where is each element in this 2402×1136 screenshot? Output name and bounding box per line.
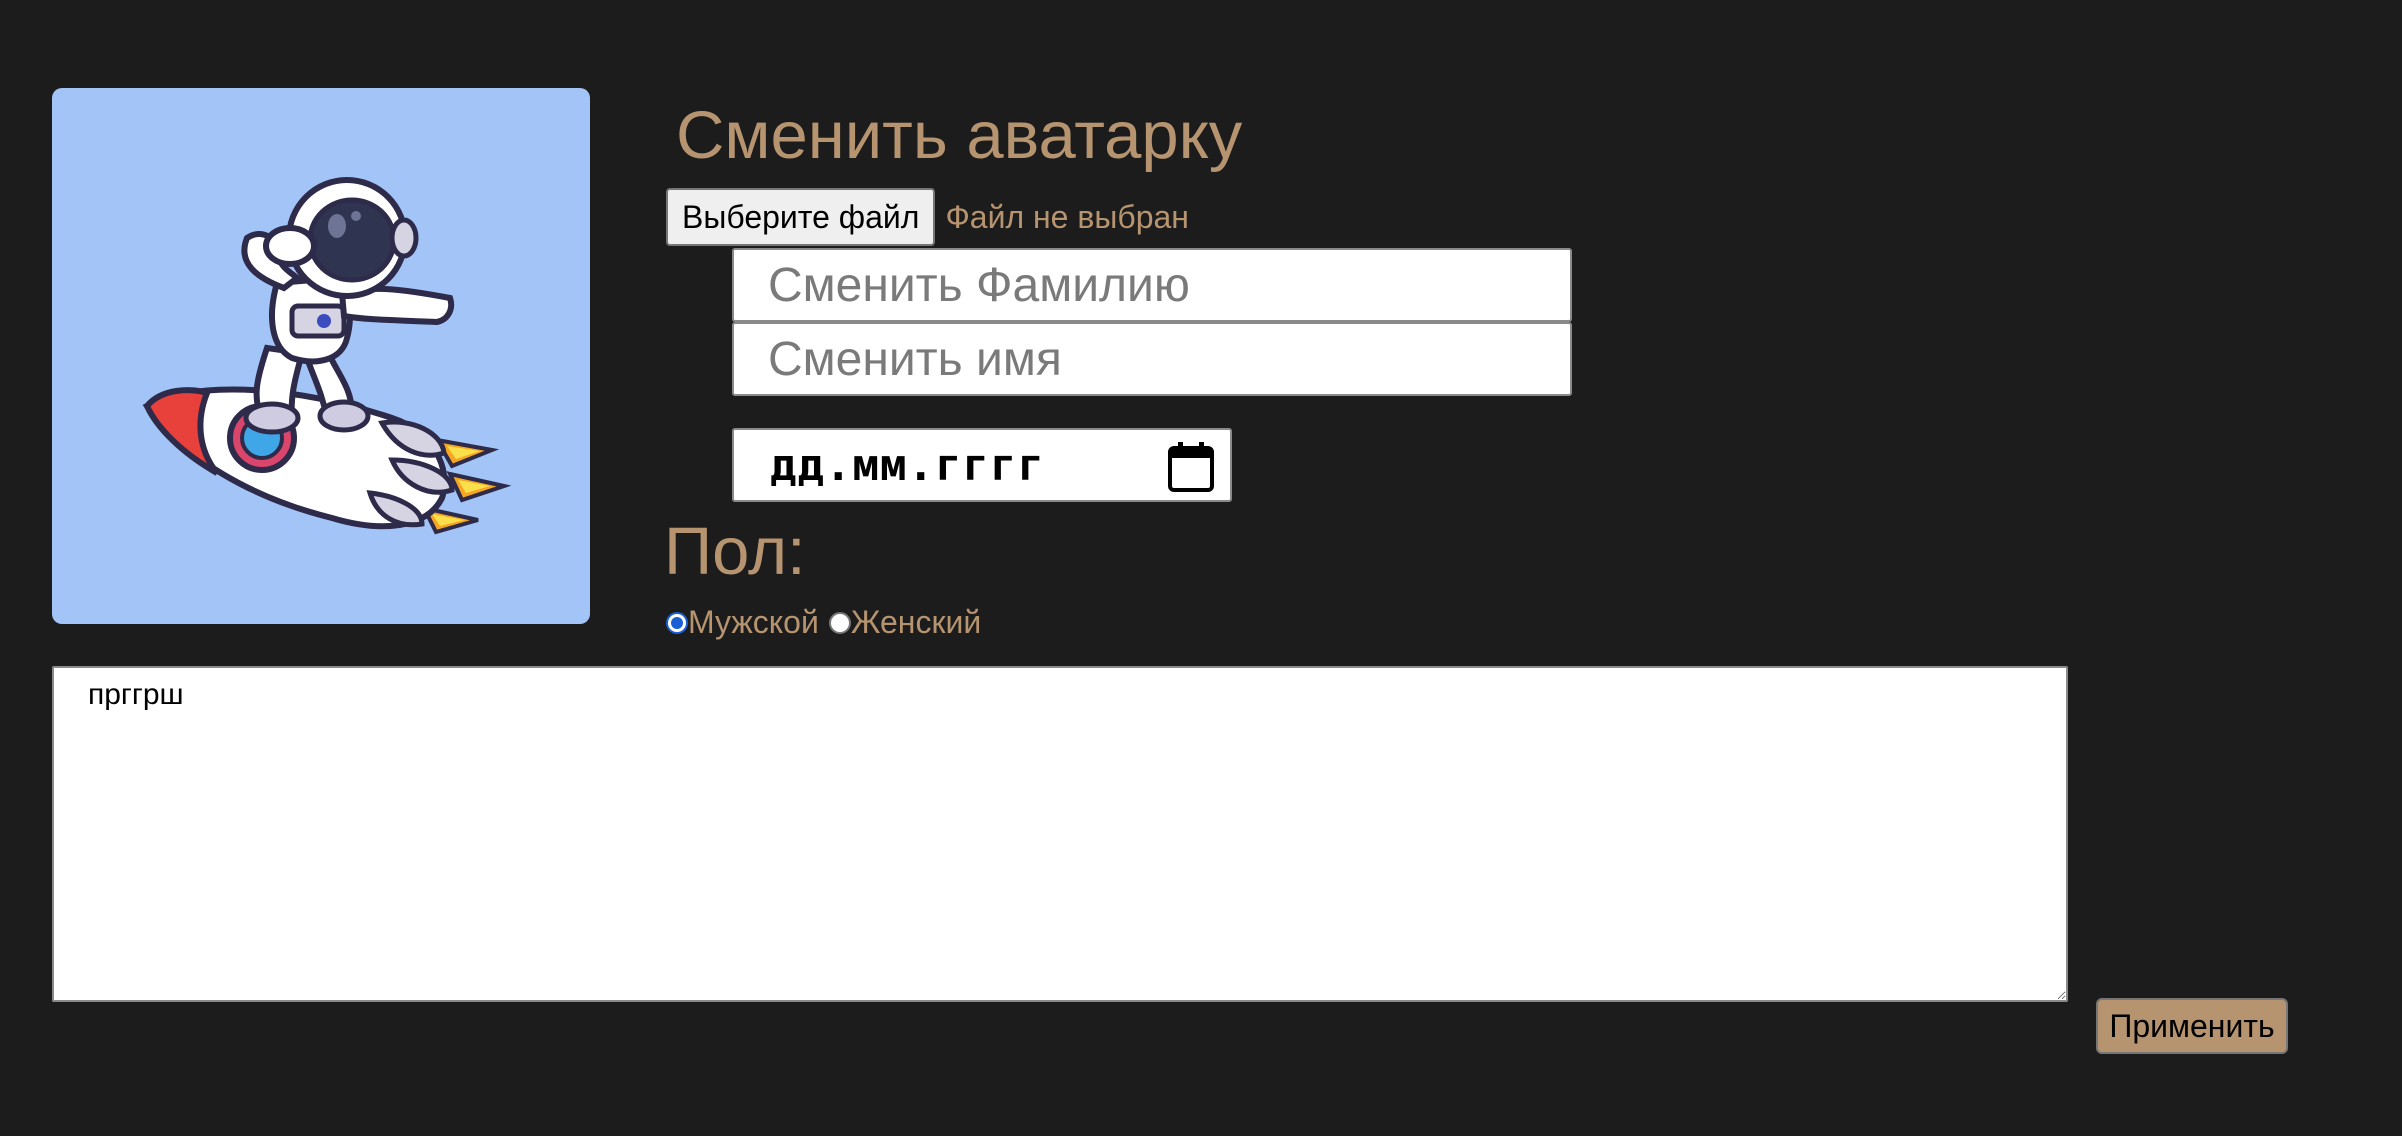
female-label[interactable]: Женский xyxy=(851,604,981,641)
birthdate-input[interactable]: дд.мм.гггг xyxy=(732,428,1232,502)
file-status-text: Файл не выбран xyxy=(945,198,1189,235)
astronaut-rocket-illustration xyxy=(142,177,512,535)
change-avatar-title: Сменить аватарку xyxy=(676,98,1243,173)
lastname-input[interactable] xyxy=(732,248,1572,322)
calendar-icon[interactable] xyxy=(1166,440,1216,494)
avatar-image xyxy=(52,88,590,624)
gender-radio-group: Мужской Женский xyxy=(666,604,991,641)
bio-textarea[interactable]: прггрш xyxy=(52,666,2068,1002)
astronaut xyxy=(241,177,455,435)
rocket xyxy=(142,386,455,530)
male-label[interactable]: Мужской xyxy=(688,604,819,641)
profile-settings-page: Сменить аватарку Выберите файл Файл не в… xyxy=(0,0,2402,1136)
choose-file-button[interactable]: Выберите файл xyxy=(666,188,936,246)
firstname-input[interactable] xyxy=(732,322,1572,396)
gender-label: Пол: xyxy=(664,514,806,589)
male-radio[interactable] xyxy=(666,611,688,634)
date-placeholder: дд.мм.гггг xyxy=(770,439,1045,491)
file-upload: Выберите файл Файл не выбран xyxy=(666,188,1189,246)
apply-button[interactable]: Применить xyxy=(2096,998,2288,1054)
female-radio[interactable] xyxy=(828,611,851,634)
